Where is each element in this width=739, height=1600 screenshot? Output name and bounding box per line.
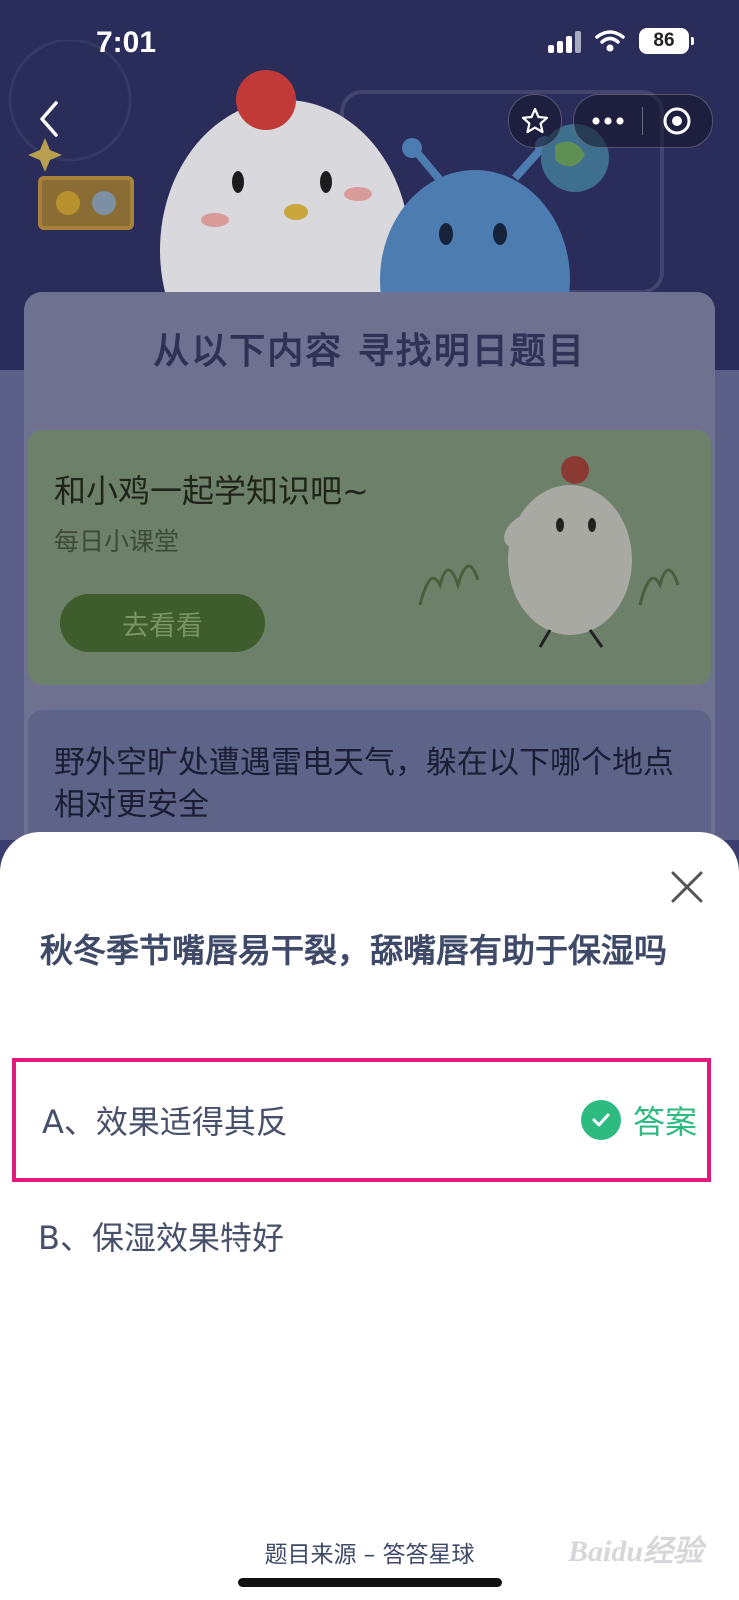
status-bar: 7:01 86 xyxy=(0,0,739,90)
favorite-button[interactable] xyxy=(508,94,562,148)
check-icon xyxy=(580,1100,621,1140)
option-b[interactable]: B、保湿效果特好 xyxy=(12,1174,711,1298)
wifi-icon xyxy=(595,30,625,52)
lesson-card-title: 和小鸡一起学知识吧~ xyxy=(54,472,369,510)
star-icon xyxy=(521,107,549,134)
back-button[interactable] xyxy=(30,95,70,143)
question-text: 秋冬季节嘴唇易干裂，舔嘴唇有助于保湿吗 xyxy=(40,931,667,970)
answer-tag: 答案 xyxy=(580,1097,697,1143)
option-a-label: A、效果适得其反 xyxy=(42,1103,288,1141)
answer-tag-label: 答案 xyxy=(632,1103,697,1141)
exit-button[interactable] xyxy=(643,106,711,136)
close-icon xyxy=(671,871,703,903)
status-time: 7:01 xyxy=(96,26,157,59)
status-icons: 86 xyxy=(548,28,694,54)
baidu-watermark: Baidu经验 xyxy=(568,1535,704,1568)
back-icon xyxy=(40,101,58,137)
battery-indicator: 86 xyxy=(639,28,694,54)
option-a[interactable]: A、效果适得其反 答案 xyxy=(12,1058,711,1182)
lesson-card-subtitle: 每日小课堂 xyxy=(54,527,180,556)
background-question-text: 野外空旷处遭遇雷电天气，躲在以下哪个地点相对更安全 xyxy=(54,745,674,823)
banner-title: 从以下内容 寻找明日题目 xyxy=(153,331,586,372)
more-icon xyxy=(592,117,624,125)
option-b-label: B、保湿效果特好 xyxy=(38,1219,284,1257)
more-button[interactable] xyxy=(574,116,642,126)
miniprogram-capsule xyxy=(573,94,713,148)
cellular-signal-icon xyxy=(548,29,581,53)
target-icon xyxy=(663,107,691,135)
lesson-go-button[interactable]: 去看看 xyxy=(60,594,265,652)
chick-illustration xyxy=(418,456,680,648)
close-button[interactable] xyxy=(668,868,706,906)
home-indicator xyxy=(238,1578,502,1587)
